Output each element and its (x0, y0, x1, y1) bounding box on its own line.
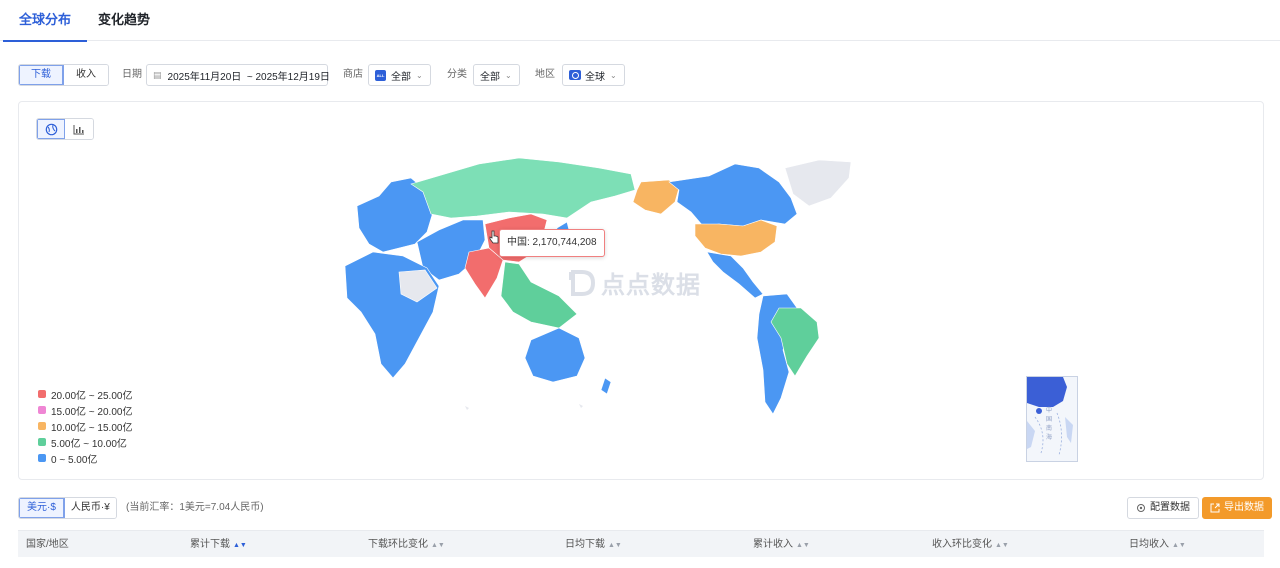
column-header-daily-revenue[interactable]: 日均收入 ▲▼ (1129, 531, 1186, 558)
config-data-label: 配置数据 (1150, 502, 1190, 513)
store-label: 商店 (343, 69, 363, 80)
currency-usd-button[interactable]: 美元·$ (19, 498, 65, 518)
map-region-antarctica (465, 404, 583, 410)
region-select[interactable]: 全球 ⌄ (562, 64, 625, 86)
date-range-picker[interactable]: ▤ 2025年11月20日 ~ 2025年12月19日 (146, 64, 330, 86)
map-region-usa[interactable] (694, 219, 778, 257)
south-china-sea-inset: 中国南海 (1026, 376, 1078, 462)
chevron-down-icon: ⌄ (610, 70, 617, 80)
sort-icon: ▲▼ (431, 542, 445, 549)
map-region-alaska[interactable] (632, 179, 680, 215)
region-label: 地区 (535, 69, 555, 80)
metric-toggle: 下载 收入 (18, 64, 109, 86)
legend-label: 15.00亿 ~ 20.00亿 (51, 406, 133, 418)
column-header-total-revenue[interactable]: 累计收入 ▲▼ (753, 531, 810, 558)
view-toggle (36, 118, 94, 140)
map-region-india[interactable] (464, 247, 504, 299)
watermark: 点点数据 (567, 265, 701, 300)
column-header-download-change[interactable]: 下载环比变化 ▲▼ (368, 531, 445, 558)
map-view-button[interactable] (37, 119, 65, 139)
map-region-russia[interactable] (410, 157, 636, 219)
legend-item[interactable]: 10.00亿 ~ 15.00亿 (38, 418, 132, 434)
map-tooltip: 中国: 2,170,744,208 (499, 229, 605, 257)
sort-icon: ▲▼ (608, 542, 622, 549)
page: 全球分布 变化趋势 下载 收入 日期 ▤ 2025年11月20日 ~ 2025年… (0, 0, 1280, 568)
store-select[interactable]: ALL 全部 ⌄ (368, 64, 431, 86)
date-range-value: 2025年11月20日 ~ 2025年12月19日 (167, 71, 330, 83)
store-value: 全部 (391, 71, 411, 83)
export-data-label: 导出数据 (1224, 502, 1264, 513)
tab-trend[interactable]: 变化趋势 (98, 0, 150, 41)
column-header-label: 收入环比变化 (932, 539, 992, 550)
metric-revenue-button[interactable]: 收入 (64, 65, 108, 85)
currency-cny-button[interactable]: 人民币·¥ (64, 498, 116, 518)
column-header-label: 累计收入 (753, 539, 793, 550)
chevron-down-icon: ⌄ (416, 70, 423, 80)
legend-swatch (38, 406, 46, 414)
map-region-canada[interactable] (668, 163, 798, 227)
region-value: 全球 (585, 71, 605, 83)
map-region-southeast-asia[interactable] (500, 261, 578, 329)
category-label: 分类 (447, 69, 467, 80)
legend-item[interactable]: 0 ~ 5.00亿 (38, 450, 132, 466)
column-header-label: 累计下载 (190, 539, 230, 550)
chevron-down-icon: ⌄ (505, 70, 512, 80)
sort-icon: ▲▼ (796, 542, 810, 549)
gear-icon (1137, 504, 1145, 512)
column-header-country: 国家/地区 (26, 531, 69, 558)
date-label: 日期 (122, 69, 142, 80)
map-legend: 20.00亿 ~ 25.00亿 15.00亿 ~ 20.00亿 10.00亿 ~… (38, 386, 132, 466)
legend-item[interactable]: 5.00亿 ~ 10.00亿 (38, 434, 132, 450)
column-header-total-downloads[interactable]: 累计下载 ▲▼ (190, 531, 247, 558)
tab-global-distribution[interactable]: 全球分布 (2, 0, 88, 42)
export-data-button[interactable]: 导出数据 (1202, 497, 1272, 519)
bar-chart-view-button[interactable] (65, 119, 93, 139)
export-icon (1210, 503, 1220, 513)
category-value: 全部 (480, 71, 500, 83)
filter-bar: 下载 收入 日期 ▤ 2025年11月20日 ~ 2025年12月19日 商店 … (0, 64, 1280, 88)
sort-icon: ▲▼ (1172, 542, 1186, 549)
category-select[interactable]: 全部 ⌄ (473, 64, 520, 86)
hand-pointer-icon (489, 230, 499, 244)
legend-swatch (38, 438, 46, 446)
map-card: 中国: 2,170,744,208 点点数据 20.00亿 ~ 25.00亿 1… (18, 101, 1264, 480)
column-header-label: 下载环比变化 (368, 539, 428, 550)
inset-label: 中国南海 (1046, 408, 1053, 441)
legend-item[interactable]: 20.00亿 ~ 25.00亿 (38, 386, 132, 402)
map-region-mexico[interactable] (706, 251, 764, 299)
legend-label: 10.00亿 ~ 15.00亿 (51, 422, 133, 434)
exchange-rate-note: (当前汇率：1美元=7.04人民币) (126, 502, 264, 513)
column-header-label: 日均下载 (565, 539, 605, 550)
globe-icon (45, 123, 57, 135)
top-tabs: 全球分布 变化趋势 (0, 0, 1280, 42)
legend-item[interactable]: 15.00亿 ~ 20.00亿 (38, 402, 132, 418)
map-region-new-zealand[interactable] (600, 377, 612, 395)
legend-label: 5.00亿 ~ 10.00亿 (51, 438, 127, 450)
metric-download-button[interactable]: 下载 (19, 65, 64, 85)
map-region-australia[interactable] (524, 327, 586, 383)
sort-icon: ▲▼ (995, 542, 1009, 549)
legend-swatch (38, 422, 46, 430)
globe-icon (569, 70, 581, 80)
legend-label: 20.00亿 ~ 25.00亿 (51, 390, 133, 402)
column-header-label: 日均收入 (1129, 539, 1169, 550)
bar-chart-icon (73, 124, 84, 134)
all-store-icon: ALL (375, 69, 386, 81)
currency-toggle: 美元·$ 人民币·¥ (18, 497, 117, 519)
watermark-text: 点点数据 (601, 272, 701, 299)
sort-icon: ▲▼ (233, 542, 247, 549)
calendar-icon: ▤ (153, 69, 162, 80)
config-data-button[interactable]: 配置数据 (1127, 497, 1199, 519)
diandian-logo-icon (569, 269, 596, 296)
column-header-label: 国家/地区 (26, 539, 69, 550)
legend-swatch (38, 454, 46, 462)
map-region-greenland[interactable] (784, 159, 852, 207)
table-header: 国家/地区 累计下载 ▲▼ 下载环比变化 ▲▼ 日均下载 ▲▼ 累计收入 ▲▼ 收入环比… (18, 530, 1264, 557)
legend-label: 0 ~ 5.00亿 (51, 454, 98, 466)
column-header-daily-downloads[interactable]: 日均下载 ▲▼ (565, 531, 622, 558)
column-header-revenue-change[interactable]: 收入环比变化 ▲▼ (932, 531, 1009, 558)
legend-swatch (38, 390, 46, 398)
